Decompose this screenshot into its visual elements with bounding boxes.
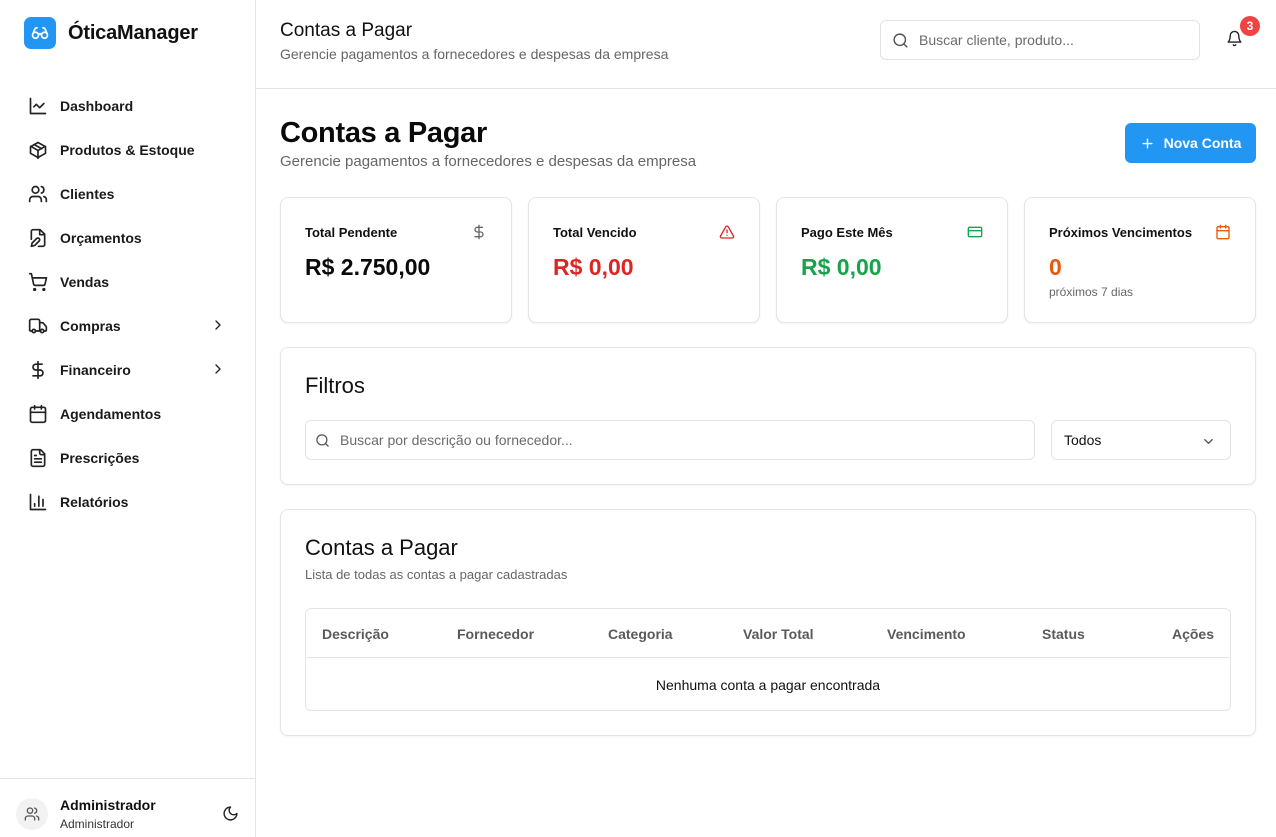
stat-card-paid: Pago Este Mês R$ 0,00 — [776, 197, 1008, 323]
users-icon — [28, 184, 48, 204]
stat-card-overdue: Total Vencido R$ 0,00 — [528, 197, 760, 323]
sidebar: ÓticaManager Dashboard Produtos & Estoqu… — [0, 0, 256, 837]
column-header-status[interactable]: Status — [1042, 626, 1085, 642]
calendar-icon — [1215, 224, 1231, 240]
header-title: Contas a Pagar — [280, 20, 413, 41]
sidebar-item-compras[interactable]: Compras — [16, 304, 240, 348]
bell-icon[interactable] — [1226, 30, 1243, 47]
package-icon — [28, 140, 48, 160]
chevron-right-icon — [210, 361, 226, 377]
table-subtitle: Lista de todas as contas a pagar cadastr… — [305, 567, 568, 582]
global-search-input[interactable] — [919, 32, 1179, 48]
sidebar-item-agendamentos[interactable]: Agendamentos — [16, 392, 240, 436]
filters-title: Filtros — [305, 373, 365, 398]
global-search — [880, 20, 1200, 60]
file-edit-icon — [28, 228, 48, 248]
bar-chart-icon — [28, 492, 48, 512]
status-filter-select[interactable]: Todos — [1051, 420, 1231, 460]
empty-state-message: Nenhuma conta a pagar encontrada — [655, 677, 881, 693]
user-profile: Administrador Administrador — [0, 778, 255, 837]
new-account-button[interactable]: Nova Conta — [1125, 123, 1256, 163]
column-header-descricao[interactable]: Descrição — [322, 626, 389, 642]
filter-search-input[interactable] — [340, 432, 1000, 448]
table-title: Contas a Pagar — [305, 535, 458, 560]
column-header-valor-total[interactable]: Valor Total — [743, 626, 814, 642]
table-header: Descrição Fornecedor Categoria Valor Tot… — [306, 609, 1230, 658]
filters-card: Filtros Todos — [280, 347, 1256, 485]
credit-card-icon — [967, 224, 983, 240]
header-subtitle: Gerencie pagamentos a fornecedores e des… — [280, 46, 669, 62]
sidebar-item-label: Dashboard — [60, 98, 134, 114]
sidebar-item-financeiro[interactable]: Financeiro — [16, 348, 240, 392]
stat-card-upcoming: Próximos Vencimentos 0 próximos 7 dias — [1024, 197, 1256, 323]
stat-label: Próximos Vencimentos — [1049, 225, 1193, 240]
sidebar-item-label: Agendamentos — [60, 406, 162, 422]
column-header-categoria[interactable]: Categoria — [608, 626, 673, 642]
stat-label: Total Vencido — [553, 225, 637, 240]
glasses-icon — [24, 17, 56, 49]
sidebar-item-clientes[interactable]: Clientes — [16, 172, 240, 216]
column-header-fornecedor[interactable]: Fornecedor — [457, 626, 534, 642]
stat-sub: próximos 7 dias — [1049, 285, 1134, 299]
new-account-button-label: Nova Conta — [1163, 135, 1242, 151]
file-text-icon — [28, 448, 48, 468]
page-title: Contas a Pagar — [280, 117, 487, 149]
dollar-icon — [28, 360, 48, 380]
sidebar-item-produtos[interactable]: Produtos & Estoque — [16, 128, 240, 172]
search-icon — [315, 433, 330, 448]
user-name: Administrador — [60, 797, 156, 813]
sidebar-item-label: Prescrições — [60, 450, 140, 466]
sidebar-item-vendas[interactable]: Vendas — [16, 260, 240, 304]
search-icon — [892, 32, 909, 49]
sidebar-item-label: Orçamentos — [60, 230, 142, 246]
sidebar-item-prescricoes[interactable]: Prescrições — [16, 436, 240, 480]
brand[interactable]: ÓticaManager — [24, 17, 198, 49]
sidebar-item-label: Relatórios — [60, 494, 129, 510]
filter-search — [305, 420, 1035, 460]
stat-value: 0 — [1049, 254, 1062, 280]
sidebar-item-label: Produtos & Estoque — [60, 142, 195, 158]
sidebar-item-label: Vendas — [60, 274, 110, 290]
sidebar-nav: Dashboard Produtos & Estoque Clientes Or… — [16, 84, 240, 524]
status-filter-value: Todos — [1064, 432, 1102, 448]
sidebar-item-dashboard[interactable]: Dashboard — [16, 84, 240, 128]
stat-label: Total Pendente — [305, 225, 398, 240]
stat-label: Pago Este Mês — [801, 225, 893, 240]
stat-value: R$ 0,00 — [553, 254, 634, 280]
stat-card-pending: Total Pendente R$ 2.750,00 — [280, 197, 512, 323]
sidebar-item-orcamentos[interactable]: Orçamentos — [16, 216, 240, 260]
accounts-table-card: Contas a Pagar Lista de todas as contas … — [280, 509, 1256, 736]
sidebar-item-label: Financeiro — [60, 362, 131, 378]
dollar-icon — [471, 224, 487, 240]
chevron-right-icon — [210, 317, 226, 333]
shopping-cart-icon — [28, 272, 48, 292]
stat-value: R$ 0,00 — [801, 254, 882, 280]
page-subtitle: Gerencie pagamentos a fornecedores e des… — [280, 153, 697, 170]
sidebar-item-label: Compras — [60, 318, 121, 334]
users-icon — [24, 807, 40, 821]
alert-triangle-icon — [719, 224, 735, 240]
column-header-vencimento[interactable]: Vencimento — [887, 626, 966, 642]
avatar[interactable] — [16, 798, 48, 830]
chevron-down-icon — [1201, 434, 1216, 449]
stat-value: R$ 2.750,00 — [305, 254, 431, 280]
truck-icon — [28, 316, 48, 336]
user-role: Administrador — [60, 817, 135, 831]
plus-icon — [1140, 136, 1155, 151]
accounts-table: Descrição Fornecedor Categoria Valor Tot… — [305, 608, 1231, 711]
column-header-acoes: Ações — [1171, 626, 1214, 642]
chart-line-icon — [28, 96, 48, 116]
sidebar-item-relatorios[interactable]: Relatórios — [16, 480, 240, 524]
top-header: Contas a Pagar Gerencie pagamentos a for… — [256, 0, 1276, 89]
sidebar-item-label: Clientes — [60, 186, 115, 202]
notification-badge: 3 — [1240, 16, 1260, 36]
calendar-icon — [28, 404, 48, 424]
app-name: ÓticaManager — [68, 21, 198, 44]
moon-icon[interactable] — [222, 805, 239, 822]
